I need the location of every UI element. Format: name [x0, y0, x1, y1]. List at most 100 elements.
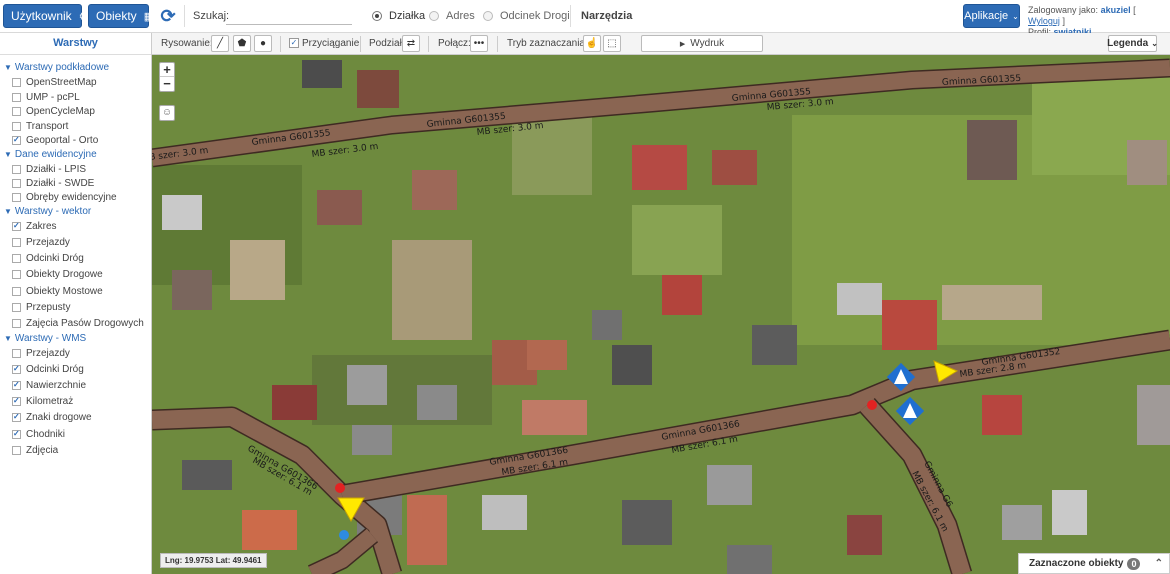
layer-checkbox[interactable] [12, 287, 21, 296]
radio-adres[interactable]: Adres [429, 10, 475, 22]
layer-checkbox[interactable] [12, 349, 21, 358]
logout-link[interactable]: Wyloguj [1028, 16, 1060, 26]
zoom-out-button[interactable]: − [160, 77, 174, 91]
layer-checkbox[interactable] [12, 107, 21, 116]
layer-item[interactable]: Przepusty [12, 302, 70, 313]
layer-item-label: Nawierzchnie [26, 380, 87, 391]
layer-checkbox[interactable] [12, 446, 21, 455]
hand-pointer-icon[interactable]: ☝ [583, 35, 601, 52]
layer-group-base[interactable]: ▼ Warstwy podkładowe [4, 62, 109, 73]
red-marker-icon[interactable] [867, 400, 877, 410]
layer-item-label: OpenCycleMap [26, 106, 95, 117]
layer-checkbox[interactable] [12, 254, 21, 263]
layer-item[interactable]: Geoportal - Orto [12, 135, 98, 146]
split-icon[interactable]: ⇄ [402, 35, 420, 52]
draw-line-icon[interactable]: ╱ [211, 35, 229, 52]
objects-menu-button[interactable]: Obiekty ▦ [88, 4, 154, 28]
layer-checkbox[interactable] [12, 396, 21, 406]
print-label: Wydruk [690, 38, 725, 49]
layer-group-vector[interactable]: ▼ Warstwy - wektor [4, 206, 91, 217]
layer-group-label: Dane ewidencyjne [14, 149, 97, 160]
draw-polygon-icon[interactable]: ⬟ [233, 35, 251, 52]
layer-checkbox[interactable] [12, 319, 21, 328]
layer-checkbox[interactable] [12, 270, 21, 279]
layer-item[interactable]: OpenStreetMap [12, 77, 97, 88]
blue-marker-icon[interactable] [339, 530, 349, 540]
top-bar: Użytkownik ⚙ Obiekty ▦ ⟳ Szukaj: Działka… [0, 0, 1170, 37]
layer-item-label: Kilometraż [26, 396, 74, 407]
layer-checkbox[interactable] [12, 165, 21, 174]
search-input[interactable] [226, 6, 352, 25]
layer-checkbox[interactable] [12, 78, 21, 87]
tools-menu[interactable]: Narzędzia [581, 10, 632, 22]
map-toolbar: Rysowanie: ╱ ⬟ ● ✓ Przyciąganie Podział:… [152, 33, 1170, 55]
layer-item[interactable]: Zakres [12, 221, 57, 232]
layer-item[interactable]: Odcinki Dróg [12, 253, 84, 264]
draw-point-icon[interactable]: ● [254, 35, 272, 52]
layer-item[interactable]: OpenCycleMap [12, 106, 95, 117]
layer-item-label: OpenStreetMap [26, 77, 97, 88]
box-select-icon[interactable]: ⬚ [603, 35, 621, 52]
layer-item[interactable]: Nawierzchnie [12, 380, 86, 391]
play-icon: ▶ [679, 40, 686, 48]
legend-dropdown[interactable]: Legenda ⌄ [1107, 35, 1158, 52]
radio-dot-icon [429, 11, 439, 21]
red-marker-icon[interactable] [335, 483, 345, 493]
layer-item[interactable]: Odcinki Dróg [12, 364, 84, 375]
aerial-map-image: Gminna G601355 MB szer: 3.0 m Gminna G60… [152, 55, 1170, 574]
layer-checkbox[interactable] [12, 303, 21, 312]
layer-checkbox[interactable] [12, 135, 21, 145]
refresh-icon[interactable]: ⟳ [158, 6, 178, 26]
map-canvas[interactable]: Gminna G601355 MB szer: 3.0 m Gminna G60… [152, 55, 1170, 574]
layer-item[interactable]: UMP - pcPL [12, 92, 80, 103]
layer-item[interactable]: Przejazdy [12, 237, 70, 248]
layer-item[interactable]: Działki - SWDE [12, 178, 94, 189]
snapping-checkbox[interactable]: ✓ [289, 38, 299, 48]
layer-group-wms[interactable]: ▼ Warstwy - WMS [4, 333, 86, 344]
radio-dzialka[interactable]: Działka [372, 10, 425, 22]
layer-checkbox[interactable] [12, 93, 21, 102]
layer-group-cadastral[interactable]: ▼ Dane ewidencyjne [4, 149, 97, 160]
layer-item[interactable]: Zdjęcia [12, 445, 58, 456]
radio-odcinek-drogi[interactable]: Odcinek Drogi [483, 10, 570, 22]
snapping-label: Przyciąganie [302, 38, 360, 49]
layer-checkbox[interactable] [12, 380, 21, 390]
user-menu-button[interactable]: Użytkownik ⚙ [3, 4, 89, 28]
layer-checkbox[interactable] [12, 221, 21, 231]
layer-item[interactable]: Przejazdy [12, 348, 70, 359]
drawing-label: Rysowanie: [161, 38, 213, 49]
layer-item[interactable]: Znaki drogowe [12, 412, 92, 423]
selected-objects-panel[interactable]: Zaznaczone obiekty 0 ⌃ [1018, 553, 1170, 574]
layer-checkbox[interactable] [12, 429, 21, 439]
layer-item[interactable]: Obiekty Drogowe [12, 269, 103, 280]
applications-button[interactable]: Aplikacje ⌄ [963, 4, 1020, 28]
radio-odcinek-label: Odcinek Drogi [500, 10, 570, 22]
layer-item-label: Działki - SWDE [26, 178, 95, 189]
layer-item[interactable]: Kilometraż [12, 396, 73, 407]
layer-item[interactable]: Chodniki [12, 429, 65, 440]
layer-checkbox[interactable] [12, 122, 21, 131]
layer-checkbox[interactable] [12, 179, 21, 188]
split-label: Podział: [369, 38, 405, 49]
layer-checkbox[interactable] [12, 193, 21, 202]
layer-item-label: Przejazdy [26, 237, 70, 248]
zoom-control: + − [159, 62, 175, 92]
chevron-down-icon: ⌄ [1012, 11, 1019, 21]
objects-button-label: Obiekty [96, 9, 137, 23]
layer-checkbox[interactable] [12, 238, 21, 247]
layer-item-label: UMP - pcPL [26, 92, 80, 103]
logged-in-label: Zalogowany jako: [1028, 5, 1099, 15]
layer-item[interactable]: Transport [12, 121, 68, 132]
layer-group-label: Warstwy podkładowe [14, 62, 110, 73]
chevron-up-icon[interactable]: ⌃ [1155, 558, 1163, 569]
zoom-in-button[interactable]: + [160, 63, 174, 77]
print-button[interactable]: ▶ Wydruk [641, 35, 763, 52]
layer-checkbox[interactable] [12, 412, 21, 422]
street-view-icon[interactable]: ☺ [159, 105, 175, 121]
layer-checkbox[interactable] [12, 364, 21, 374]
layer-item[interactable]: Zajęcia Pasów Drogowych [12, 318, 144, 329]
layer-item[interactable]: Działki - LPIS [12, 164, 86, 175]
join-icon[interactable]: ••• [470, 35, 488, 52]
layer-item[interactable]: Obiekty Mostowe [12, 286, 103, 297]
layer-item[interactable]: Obręby ewidencyjne [12, 192, 117, 203]
